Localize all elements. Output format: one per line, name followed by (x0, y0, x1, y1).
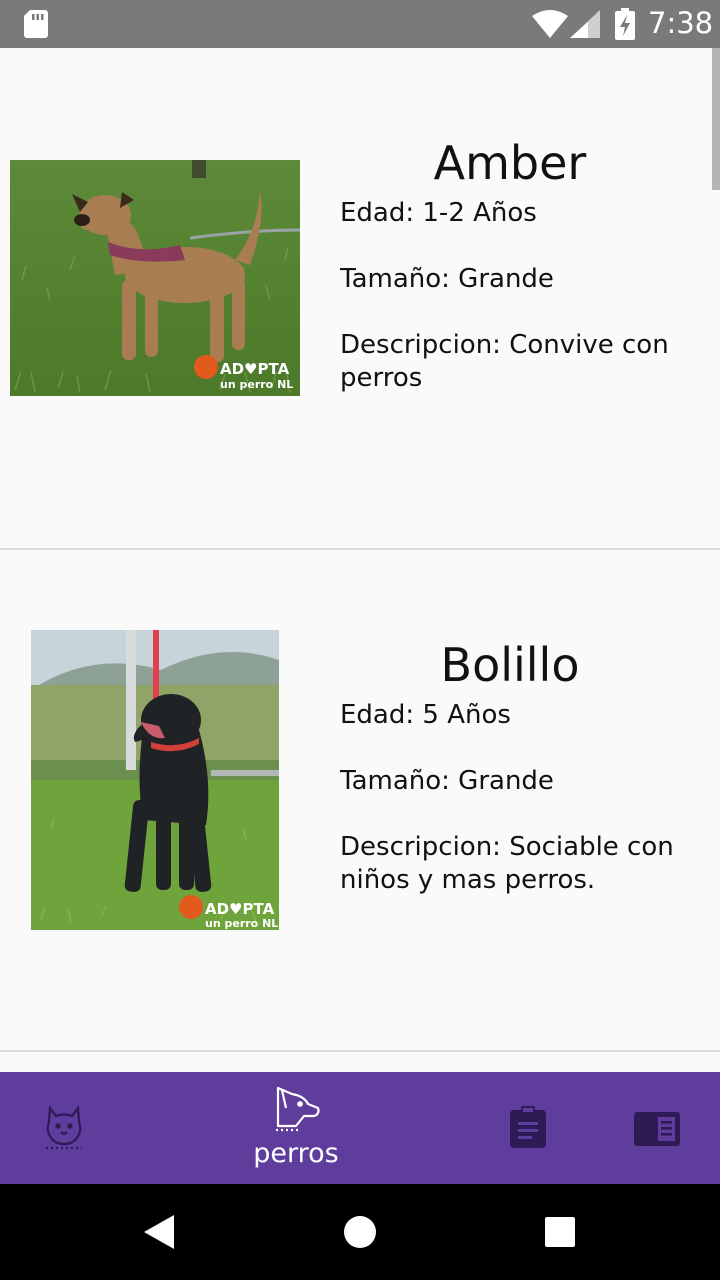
wifi-icon (532, 10, 568, 38)
dog-card[interactable]: AD♥PTA un perro NL Amber Edad: 1-2 Años … (0, 48, 720, 550)
dog-photo: AD♥PTA un perro NL (31, 630, 279, 930)
signal-icon (570, 10, 600, 38)
dog-description: perros (340, 363, 423, 393)
watermark-text: AD♥PTA (205, 900, 275, 918)
status-bar: 7:38 (0, 0, 720, 48)
nav-item-forms[interactable] (468, 1072, 588, 1184)
news-icon (634, 1112, 680, 1146)
dog-size: Tamaño: Grande (340, 264, 554, 294)
bottom-navigation: perros (0, 1072, 720, 1184)
back-icon[interactable] (144, 1215, 176, 1249)
sd-card-icon (24, 10, 48, 38)
watermark-text: un perro NL (205, 917, 278, 930)
dog-icon (276, 1086, 320, 1132)
dog-name: Amber (433, 136, 587, 190)
dog-size: Tamaño: Grande (340, 766, 554, 796)
dog-description: niños y mas perros. (340, 865, 596, 895)
cat-icon (46, 1104, 82, 1150)
system-navigation-bar (0, 1184, 720, 1280)
nav-item-news[interactable] (600, 1072, 720, 1184)
dog-description: Descripcion: Convive con (340, 330, 669, 360)
nav-item-dogs[interactable]: perros (226, 1072, 366, 1184)
battery-charging-icon (615, 8, 635, 40)
watermark-text: AD♥PTA (220, 360, 290, 378)
dog-age: Edad: 1-2 Años (340, 198, 537, 228)
dog-card[interactable]: AD♥PTA un perro NL Bolillo Edad: 5 Años … (0, 550, 720, 1052)
clipboard-icon (510, 1106, 546, 1148)
nav-label-dogs: perros (253, 1138, 339, 1169)
watermark-text: un perro NL (220, 378, 293, 391)
dog-list[interactable]: AD♥PTA un perro NL Amber Edad: 1-2 Años … (0, 48, 720, 1072)
dog-photo: AD♥PTA un perro NL (10, 160, 300, 396)
dog-card[interactable] (0, 1052, 720, 1072)
dog-name: Bolillo (440, 638, 580, 692)
nav-item-cats[interactable] (0, 1072, 128, 1184)
recents-icon[interactable] (545, 1217, 575, 1247)
status-time: 7:38 (648, 6, 714, 40)
dog-age: Edad: 5 Años (340, 700, 511, 730)
home-icon[interactable] (343, 1215, 377, 1249)
scrollbar[interactable] (712, 48, 720, 190)
dog-description: Descripcion: Sociable con (340, 832, 674, 862)
